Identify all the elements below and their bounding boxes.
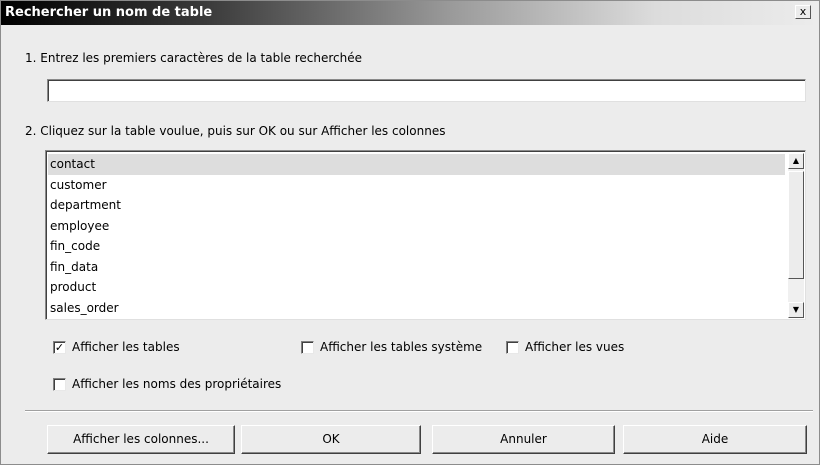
vertical-scrollbar[interactable]: ▲ ▼ [788, 153, 804, 318]
title-bar[interactable]: Rechercher un nom de table x [1, 1, 819, 25]
show-views-option[interactable]: Afficher les vues [506, 340, 624, 354]
arrow-down-icon: ▼ [792, 305, 800, 314]
list-item[interactable]: fin_data [48, 257, 785, 278]
list-item[interactable]: fin_code [48, 236, 785, 257]
show-tables-option[interactable]: ✓ Afficher les tables [53, 340, 180, 354]
close-button[interactable]: x [795, 5, 811, 19]
check-icon: ✓ [54, 340, 65, 354]
show-tables-checkbox[interactable]: ✓ [53, 340, 66, 354]
show-system-tables-label: Afficher les tables système [320, 340, 483, 354]
list-item[interactable]: employee [48, 216, 785, 237]
show-system-tables-option[interactable]: Afficher les tables système [301, 340, 482, 354]
divider [25, 410, 813, 412]
arrow-up-icon: ▲ [792, 156, 800, 165]
show-views-checkbox[interactable] [506, 340, 519, 354]
step1-label: 1. Entrez les premiers caractères de la … [25, 51, 363, 65]
search-table-dialog: Rechercher un nom de table x 1. Entrez l… [0, 0, 820, 465]
show-owner-names-label: Afficher les noms des propriétaires [72, 377, 282, 391]
list-item[interactable]: customer [48, 175, 785, 196]
table-list: contact customer department employee fin_cod… [48, 154, 785, 318]
step2-label: 2. Cliquez sur la table voulue, puis sur… [25, 124, 446, 138]
list-item[interactable]: department [48, 195, 785, 216]
show-tables-label: Afficher les tables [72, 340, 180, 354]
show-owner-names-checkbox[interactable] [53, 377, 66, 391]
show-columns-button[interactable]: Afficher les colonnes... [47, 425, 235, 454]
help-button[interactable]: Aide [623, 425, 807, 454]
close-icon: x [799, 5, 807, 18]
window-title: Rechercher un nom de table [5, 5, 213, 20]
table-listbox[interactable]: contact customer department employee fin_cod… [45, 150, 806, 320]
show-views-label: Afficher les vues [525, 340, 625, 354]
cancel-button[interactable]: Annuler [432, 425, 615, 454]
show-owner-names-option[interactable]: Afficher les noms des propriétaires [53, 377, 281, 391]
list-item[interactable]: product [48, 277, 785, 298]
table-search-input[interactable] [47, 79, 806, 102]
show-system-tables-checkbox[interactable] [301, 340, 314, 354]
scroll-up-button[interactable]: ▲ [788, 153, 804, 169]
ok-button[interactable]: OK [241, 425, 421, 454]
list-item[interactable]: contact [48, 154, 785, 175]
scroll-down-button[interactable]: ▼ [788, 302, 804, 318]
list-item[interactable]: sales_order [48, 298, 785, 319]
scroll-thumb[interactable] [788, 171, 804, 279]
